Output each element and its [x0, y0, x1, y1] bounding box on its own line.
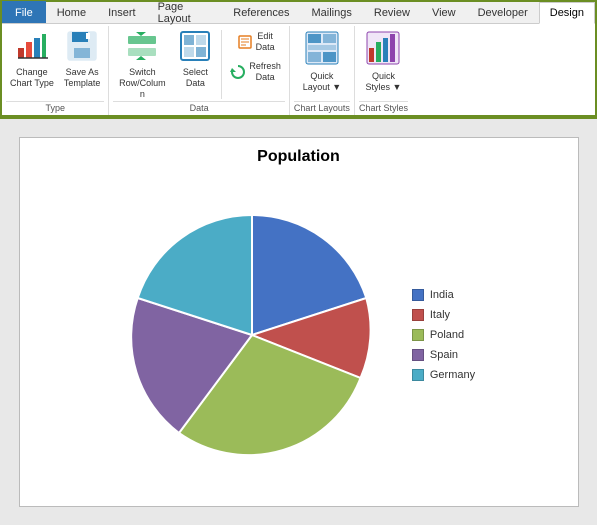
quick-layout-button[interactable]: QuickLayout ▼	[299, 28, 345, 95]
quick-layout-icon	[304, 30, 340, 70]
legend-color-germany	[412, 369, 424, 381]
tab-home[interactable]: Home	[46, 1, 97, 23]
save-as-template-label: Save AsTemplate	[64, 67, 101, 89]
select-data-label: SelectData	[183, 67, 208, 89]
tab-review[interactable]: Review	[363, 1, 421, 23]
ribbon-container: File Home Insert Page Layout References …	[0, 0, 597, 119]
quick-styles-icon	[365, 30, 401, 70]
tab-mailings[interactable]: Mailings	[301, 1, 363, 23]
legend-color-india	[412, 289, 424, 301]
tab-design[interactable]: Design	[539, 2, 595, 24]
group-type: ChangeChart Type Save AsTemplate Type	[2, 26, 109, 115]
refresh-icon	[230, 64, 246, 80]
group-type-content: ChangeChart Type Save AsTemplate	[6, 28, 104, 101]
switch-icon	[126, 30, 158, 66]
refresh-data-label: RefreshData	[249, 61, 281, 83]
legend-item-india: India	[412, 289, 475, 301]
tab-file[interactable]: File	[2, 1, 46, 23]
save-template-icon	[66, 30, 98, 66]
chart-title: Population	[257, 148, 340, 166]
group-chart-styles: QuickStyles ▼ Chart Styles	[355, 26, 412, 115]
group-styles-content: QuickStyles ▼	[361, 28, 405, 101]
tab-page-layout[interactable]: Page Layout	[147, 1, 223, 23]
save-as-template-button[interactable]: Save AsTemplate	[60, 28, 105, 91]
chart-legend: India Italy Poland Spain Germany	[412, 289, 475, 381]
group-data-label: Data	[113, 101, 285, 115]
legend-label-poland: Poland	[430, 329, 464, 341]
switch-row-column-button[interactable]: SwitchRow/Column	[113, 28, 171, 101]
legend-label-india: India	[430, 289, 454, 301]
tab-insert[interactable]: Insert	[97, 1, 147, 23]
tab-bar: File Home Insert Page Layout References …	[2, 2, 595, 24]
select-icon	[179, 30, 211, 66]
group-data-content: SwitchRow/Column SelectData	[113, 28, 285, 101]
legend-color-poland	[412, 329, 424, 341]
chart-body: India Italy Poland Spain Germany	[30, 174, 568, 496]
edit-data-label: EditData	[256, 31, 275, 53]
quick-styles-button[interactable]: QuickStyles ▼	[361, 28, 405, 95]
group-type-label: Type	[6, 101, 104, 115]
edit-data-button[interactable]: EditData	[226, 28, 285, 56]
main-content: Population	[0, 119, 597, 525]
switch-row-column-label: SwitchRow/Column	[117, 67, 167, 99]
select-data-button[interactable]: SelectData	[173, 28, 217, 91]
legend-color-spain	[412, 349, 424, 361]
legend-color-italy	[412, 309, 424, 321]
group-chart-styles-label: Chart Styles	[359, 101, 408, 115]
change-chart-type-button[interactable]: ChangeChart Type	[6, 28, 58, 91]
group-layouts-content: QuickLayout ▼	[299, 28, 345, 101]
group-data: SwitchRow/Column SelectData	[109, 26, 290, 115]
quick-layout-label: QuickLayout ▼	[303, 71, 341, 93]
legend-label-germany: Germany	[430, 369, 475, 381]
legend-item-spain: Spain	[412, 349, 475, 361]
legend-item-germany: Germany	[412, 369, 475, 381]
tab-view[interactable]: View	[421, 1, 467, 23]
chart-area: Population	[19, 137, 579, 507]
group-chart-layouts-label: Chart Layouts	[294, 101, 350, 115]
pie-chart	[122, 205, 382, 465]
pie-svg	[122, 205, 382, 465]
data-divider	[221, 30, 222, 99]
refresh-data-button[interactable]: RefreshData	[226, 58, 285, 86]
legend-item-poland: Poland	[412, 329, 475, 341]
edit-icon	[237, 34, 253, 50]
quick-styles-label: QuickStyles ▼	[365, 71, 401, 93]
legend-label-italy: Italy	[430, 309, 450, 321]
tab-references[interactable]: References	[222, 1, 300, 23]
tab-developer[interactable]: Developer	[467, 1, 539, 23]
legend-label-spain: Spain	[430, 349, 458, 361]
change-chart-type-label: ChangeChart Type	[10, 67, 54, 89]
chart-type-icon	[16, 30, 48, 66]
group-chart-layouts: QuickLayout ▼ Chart Layouts	[290, 26, 355, 115]
legend-item-italy: Italy	[412, 309, 475, 321]
ribbon: ChangeChart Type Save AsTemplate Type	[2, 24, 595, 117]
